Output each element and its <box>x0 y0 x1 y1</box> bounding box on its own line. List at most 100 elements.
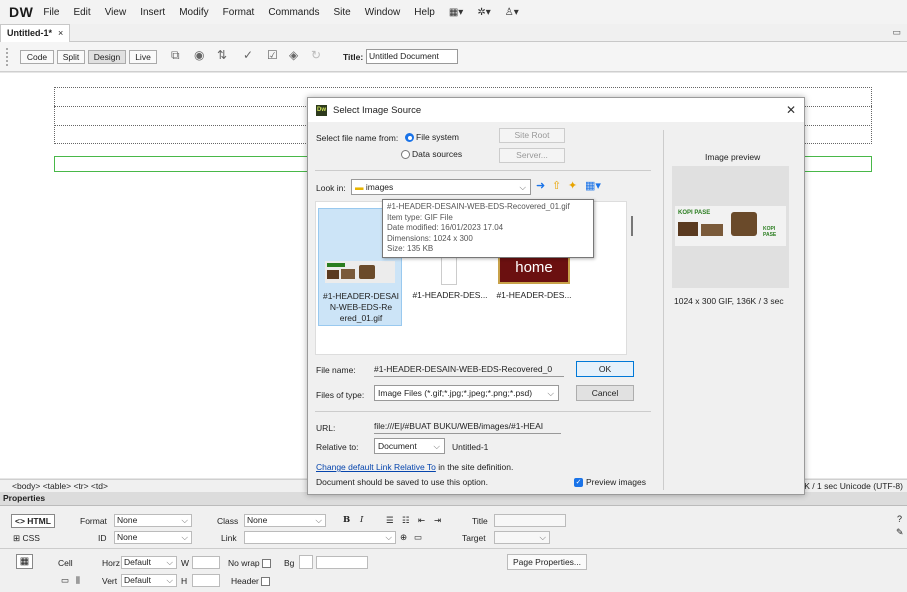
settings-icon[interactable]: ✲▾ <box>477 7 490 18</box>
nowrap-checkbox[interactable] <box>261 559 271 569</box>
preview-banner-small: KOPI PASE <box>763 226 777 238</box>
check-browser-icon[interactable]: ☑ <box>267 48 278 62</box>
class-select[interactable]: None ⌵ <box>244 514 326 527</box>
point-to-file-icon[interactable]: ⊕ <box>400 532 407 543</box>
menu-file[interactable]: File <box>43 7 59 18</box>
file-label-line: ered_01.gif <box>339 313 383 323</box>
ok-button[interactable]: OK <box>576 361 634 377</box>
refresh-icon[interactable]: ↻ <box>311 48 321 62</box>
status-info: K / 1 sec Unicode (UTF-8) <box>804 481 903 491</box>
back-icon[interactable]: ➜ <box>536 179 545 192</box>
html-mode-button[interactable]: <> HTML <box>11 514 55 528</box>
new-folder-icon[interactable]: ✦ <box>568 179 577 192</box>
link-input[interactable]: ⌵ <box>244 531 396 544</box>
scrollbar-thumb[interactable] <box>631 216 633 236</box>
css-mode-label: CSS <box>22 533 40 543</box>
url-label: URL: <box>316 423 336 433</box>
bg-color-swatch[interactable] <box>299 555 313 569</box>
menu-site[interactable]: Site <box>333 7 350 18</box>
format-select[interactable]: None ⌵ <box>114 514 192 527</box>
site-icon[interactable]: ♙▾ <box>505 7 519 18</box>
target-select[interactable]: ⌵ <box>494 531 550 544</box>
preview-browser-icon[interactable]: ◉ <box>194 48 204 62</box>
file-system-radio[interactable]: File system <box>405 132 459 143</box>
look-in-select[interactable]: ▬ images ⌵ <box>351 179 531 195</box>
layout-icon[interactable]: ▦▾ <box>449 7 463 18</box>
relative-value: Document <box>378 441 417 451</box>
split-view-button[interactable]: Split <box>57 50 85 64</box>
close-icon[interactable]: × <box>58 28 63 38</box>
file-management-icon[interactable]: ⇅ <box>217 48 227 62</box>
url-input[interactable]: file:///E|/#BUAT BUKU/WEB/images/#1-HEAI <box>374 419 561 434</box>
chevron-down-icon: ⌵ <box>545 386 554 400</box>
merge-cells-icon[interactable]: ▭ <box>61 575 69 586</box>
menu-insert[interactable]: Insert <box>140 7 165 18</box>
document-title-input[interactable]: Untitled Document <box>366 49 458 64</box>
chevron-down-icon: ⌵ <box>519 182 526 192</box>
chevron-down-icon: ⌵ <box>181 515 188 525</box>
preview-images-checkbox[interactable]: ✓ Preview images <box>574 477 646 488</box>
help-icon[interactable]: ? <box>897 514 902 524</box>
selected-cell-border <box>54 156 55 172</box>
menu-commands[interactable]: Commands <box>268 7 319 18</box>
vert-value: Default <box>124 575 151 585</box>
code-view-button[interactable]: Code <box>20 50 54 64</box>
width-input[interactable] <box>192 556 220 569</box>
tag-selector[interactable]: <body> <table> <tr> <td> <box>12 480 108 492</box>
view-menu-icon[interactable]: ▦▾ <box>585 179 601 192</box>
horz-select[interactable]: Default ⌵ <box>121 556 177 569</box>
class-label: Class <box>217 516 239 526</box>
menu-format[interactable]: Format <box>223 7 255 18</box>
page-properties-button[interactable]: Page Properties... <box>507 554 587 570</box>
filetype-value: Image Files (*.gif;*.jpg;*.jpeg;*.png;*.… <box>378 388 533 398</box>
bold-button[interactable]: B <box>343 515 350 525</box>
visual-aids-icon[interactable]: ◈ <box>289 48 298 62</box>
preview-images-label: Preview images <box>586 477 646 487</box>
indent-icon[interactable]: ⇥ <box>434 515 441 526</box>
site-root-button[interactable]: Site Root <box>499 128 565 143</box>
relative-select[interactable]: Document ⌵ <box>374 438 445 454</box>
title-label: Title: <box>343 52 364 62</box>
properties-title: Properties <box>3 493 46 503</box>
tab-untitled-1[interactable]: Untitled-1* × <box>0 24 71 42</box>
link-label: Link <box>221 533 237 543</box>
quick-tag-editor-icon[interactable]: ✎ <box>896 527 904 538</box>
vert-select[interactable]: Default ⌵ <box>121 574 177 587</box>
data-sources-radio[interactable]: Data sources <box>401 149 462 160</box>
live-view-button[interactable]: Live <box>129 50 157 64</box>
css-mode-button[interactable]: ⊞ CSS <box>13 533 40 544</box>
bg-color-input[interactable] <box>316 556 368 569</box>
height-input[interactable] <box>192 574 220 587</box>
restore-icon[interactable]: ▭ <box>892 27 901 38</box>
multiscreen-icon[interactable]: ⧉ <box>171 48 180 63</box>
tooltip-line: Size: 135 KB <box>387 244 434 253</box>
menu-view[interactable]: View <box>105 7 127 18</box>
design-view-button[interactable]: Design <box>88 50 126 64</box>
header-checkbox[interactable] <box>260 577 270 587</box>
ordered-list-icon[interactable]: ☷ <box>402 515 410 526</box>
preview-graphic <box>678 222 698 236</box>
menu-window[interactable]: Window <box>365 7 401 18</box>
up-folder-icon[interactable]: ⇧ <box>552 179 561 192</box>
w3c-validation-icon[interactable]: ✓ <box>243 48 253 62</box>
file-label-line: #1-HEADER-DESAI <box>322 291 400 301</box>
filename-input[interactable]: #1-HEADER-DESAIN-WEB-EDS-Recovered_0 <box>374 362 564 377</box>
italic-button[interactable]: I <box>360 515 363 525</box>
server-button[interactable]: Server... <box>499 148 565 163</box>
change-default-link[interactable]: Change default Link Relative To <box>316 462 436 472</box>
target-label: Target <box>462 533 486 543</box>
close-icon[interactable]: ✕ <box>786 103 796 117</box>
filetype-select[interactable]: Image Files (*.gif;*.jpg;*.jpeg;*.png;*.… <box>374 385 559 401</box>
cancel-button[interactable]: Cancel <box>576 385 634 401</box>
menu-help[interactable]: Help <box>414 7 435 18</box>
browse-folder-icon[interactable]: ▭ <box>414 532 422 543</box>
outdent-icon[interactable]: ⇤ <box>418 515 425 526</box>
preview-graphic <box>701 224 723 236</box>
title-field[interactable] <box>494 514 566 527</box>
menu-edit[interactable]: Edit <box>73 7 90 18</box>
split-cell-icon[interactable]: ⫼ <box>76 575 80 586</box>
menu-modify[interactable]: Modify <box>179 7 208 18</box>
unordered-list-icon[interactable]: ☰ <box>386 515 394 526</box>
id-select[interactable]: None ⌵ <box>114 531 192 544</box>
tooltip-line: Item type: GIF File <box>387 212 453 222</box>
